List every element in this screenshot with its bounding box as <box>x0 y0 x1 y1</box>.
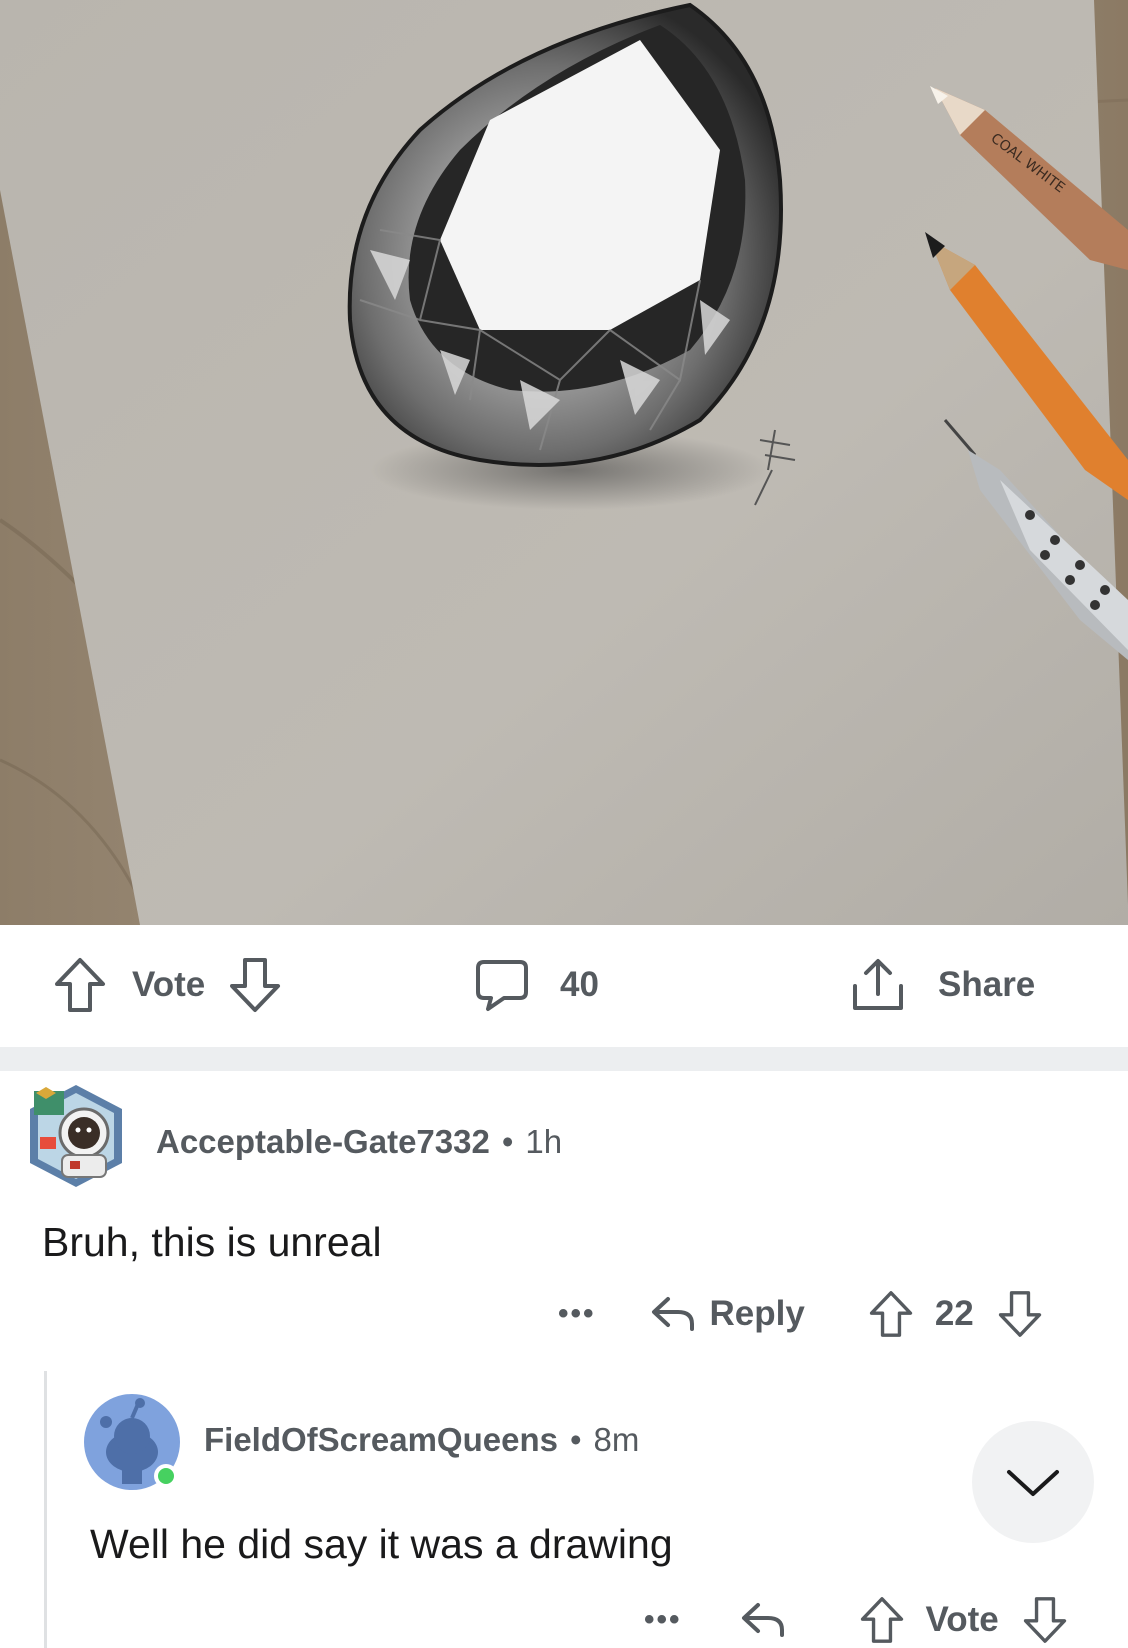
share-label: Share <box>938 965 1036 1004</box>
downvote-icon[interactable] <box>998 1289 1042 1339</box>
section-divider <box>0 1047 1128 1071</box>
more-options-button[interactable]: ••• <box>558 1297 596 1331</box>
meta-separator: • <box>569 1421 582 1458</box>
reply-button[interactable] <box>740 1600 786 1640</box>
snoo-avatar[interactable] <box>82 1392 182 1492</box>
post-action-bar: Vote 40 Share <box>0 925 1128 1047</box>
chevron-down-icon <box>1007 1470 1059 1496</box>
comment-vote-group: Vote <box>860 1595 1067 1645</box>
comment: Acceptable-Gate7332 • 1h Bruh, this is u… <box>0 1071 1128 1371</box>
comment-actions: ••• Vote <box>644 1590 1067 1648</box>
downvote-icon[interactable] <box>1023 1595 1067 1645</box>
comment-bubble-icon <box>476 960 528 1011</box>
thread-line[interactable] <box>44 1371 47 1648</box>
comment-meta: Acceptable-Gate7332 • 1h <box>156 1123 562 1161</box>
comment-body: Well he did say it was a drawing <box>90 1521 673 1567</box>
comment-actions: ••• Reply 22 <box>558 1284 1042 1344</box>
post-image[interactable]: COAL WHITE <box>0 0 1128 925</box>
comment-score: 22 <box>934 1294 974 1333</box>
downvote-icon[interactable] <box>229 957 281 1013</box>
comment-meta: FieldOfScreamQueens • 8m <box>204 1421 639 1459</box>
upvote-icon[interactable] <box>869 1289 913 1339</box>
reply-arrow-icon <box>741 1603 784 1637</box>
reply-button[interactable]: Reply <box>650 1294 805 1334</box>
gem-drawing-illustration: COAL WHITE <box>0 0 1128 925</box>
reply-comment: FieldOfScreamQueens • 8m Well he did say… <box>0 1371 1128 1648</box>
comment-count: 40 <box>560 965 599 1004</box>
vote-label: Vote <box>925 1600 999 1639</box>
comment-author[interactable]: Acceptable-Gate7332 <box>156 1123 490 1161</box>
comment-author[interactable]: FieldOfScreamQueens <box>204 1421 558 1459</box>
comment-timestamp: 8m <box>593 1421 640 1458</box>
comment-timestamp: 1h <box>525 1123 563 1160</box>
comment-body: Bruh, this is unreal <box>42 1219 382 1265</box>
comments-button[interactable]: 40 <box>474 955 599 1015</box>
meta-separator: • <box>501 1123 514 1160</box>
comment-vote-group: 22 <box>869 1289 1042 1339</box>
upvote-icon[interactable] <box>54 957 106 1013</box>
share-button[interactable]: Share <box>850 955 1035 1015</box>
online-status-dot <box>158 1468 174 1484</box>
vote-label: Vote <box>132 965 206 1004</box>
reply-arrow-icon <box>651 1297 694 1331</box>
user-avatar[interactable] <box>26 1081 126 1191</box>
reply-label: Reply <box>709 1294 805 1333</box>
more-options-button[interactable]: ••• <box>644 1603 682 1637</box>
upvote-icon[interactable] <box>860 1595 904 1645</box>
share-icon <box>853 959 903 1010</box>
post-vote-group: Vote <box>54 955 281 1015</box>
collapse-thread-button[interactable] <box>972 1421 1094 1543</box>
